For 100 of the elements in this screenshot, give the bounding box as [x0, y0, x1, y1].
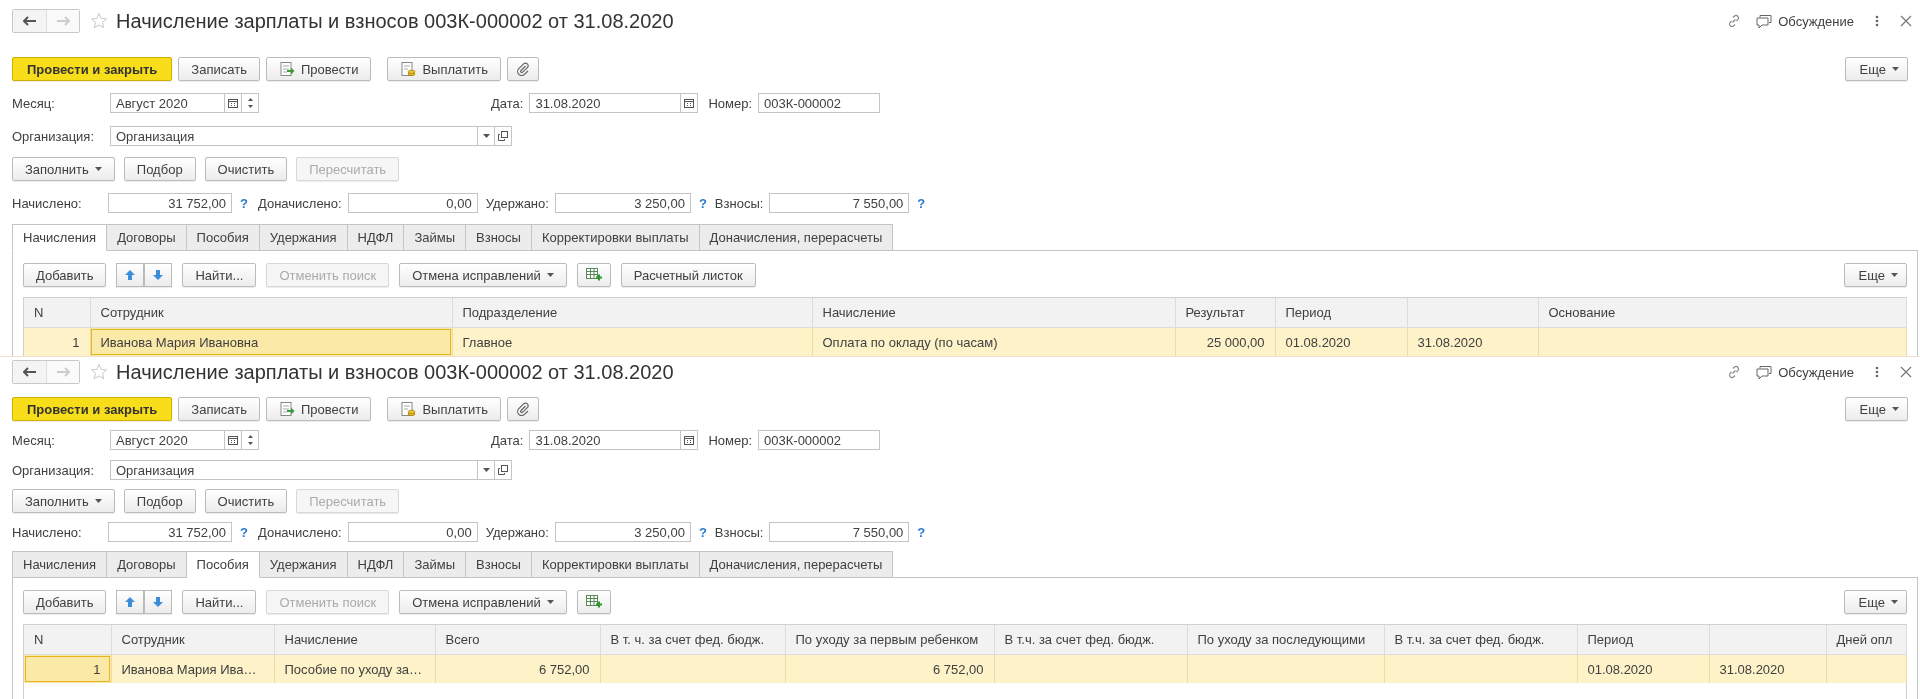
dropdown-button[interactable] [478, 460, 495, 480]
save-button[interactable]: Записать [178, 57, 260, 81]
column-header[interactable]: По уходу за первым ребенком [785, 625, 994, 655]
star-icon[interactable] [90, 12, 108, 30]
tab[interactable]: Взносы [466, 224, 532, 251]
help-link[interactable]: ? [240, 195, 248, 211]
column-header[interactable]: Дней опл [1826, 625, 1906, 655]
help-link[interactable]: ? [698, 524, 707, 540]
spin-button[interactable] [242, 430, 259, 450]
more-button[interactable]: Еще [1843, 590, 1907, 614]
add-table-button[interactable] [576, 590, 611, 614]
calendar-button[interactable] [681, 430, 699, 450]
tab[interactable]: Корректировки выплаты [531, 551, 700, 578]
column-header[interactable]: Подразделение [452, 298, 812, 328]
tab[interactable]: Начисления [12, 551, 108, 578]
date-field[interactable]: 31.08.2020 [529, 93, 682, 113]
tab[interactable]: Корректировки выплаты [531, 224, 700, 251]
discussion-button[interactable]: Обсуждение [1756, 13, 1854, 29]
tab[interactable]: Доначисления, перерасчеты [699, 224, 894, 251]
more-button[interactable]: Еще [1843, 263, 1907, 287]
tab[interactable]: Займы [404, 551, 467, 578]
form-button[interactable]: Заполнить [12, 157, 115, 181]
post-and-close-button[interactable]: Провести и закрыть [12, 397, 173, 421]
table-button[interactable]: Отмена исправлений [399, 590, 567, 614]
organization-field[interactable]: Организация [110, 126, 478, 146]
attach-button[interactable] [506, 397, 539, 421]
more-options-icon[interactable] [1874, 14, 1880, 28]
tab[interactable]: Займы [404, 224, 467, 251]
column-header[interactable]: Период [1275, 298, 1407, 328]
table-button[interactable]: Отмена исправлений [399, 263, 567, 287]
dropdown-button[interactable] [478, 126, 495, 146]
calendar-button[interactable] [681, 93, 699, 113]
move-up-button[interactable] [116, 263, 145, 287]
tab[interactable]: Начисления [12, 224, 108, 251]
tab[interactable]: Взносы [466, 551, 532, 578]
column-header[interactable]: Сотрудник [90, 298, 452, 328]
back-button[interactable] [13, 361, 46, 383]
table-button[interactable]: Найти... [182, 590, 257, 614]
more-options-icon[interactable] [1874, 365, 1880, 379]
open-button[interactable] [495, 126, 512, 146]
column-header[interactable]: Начисление [274, 625, 435, 655]
table-button[interactable]: Добавить [23, 590, 107, 614]
move-down-button[interactable] [144, 590, 173, 614]
column-header[interactable]: Результат [1175, 298, 1275, 328]
tab[interactable]: Удержания [259, 551, 348, 578]
calendar-button[interactable] [225, 93, 242, 113]
date-field[interactable]: 31.08.2020 [529, 430, 682, 450]
help-link[interactable]: ? [917, 195, 926, 211]
form-button[interactable]: Подбор [123, 157, 196, 181]
column-header[interactable]: N [24, 298, 90, 328]
column-header[interactable]: По уходу за последующими [1187, 625, 1384, 655]
help-link[interactable]: ? [917, 524, 926, 540]
save-button[interactable]: Записать [178, 397, 260, 421]
column-header[interactable]: В т. ч. за счет фед. бюдж. [600, 625, 785, 655]
discussion-button[interactable]: Обсуждение [1756, 364, 1854, 380]
help-link[interactable]: ? [240, 524, 248, 540]
column-header[interactable]: Период [1577, 625, 1709, 655]
number-field[interactable]: 003К-000002 [758, 93, 881, 113]
pay-button[interactable]: Выплатить [387, 57, 501, 81]
column-header[interactable]: Основание [1538, 298, 1906, 328]
calendar-button[interactable] [225, 430, 242, 450]
tab[interactable]: Пособия [186, 551, 260, 578]
tab[interactable]: Удержания [259, 224, 348, 251]
table-button[interactable]: Расчетный листок [620, 263, 756, 287]
number-field[interactable]: 003К-000002 [758, 430, 881, 450]
close-icon[interactable] [1900, 366, 1912, 378]
column-header[interactable]: N [24, 625, 111, 655]
column-header[interactable]: Сотрудник [111, 625, 274, 655]
tab[interactable]: НДФЛ [347, 551, 405, 578]
help-link[interactable]: ? [698, 195, 707, 211]
post-button[interactable]: Провести [265, 397, 372, 421]
spin-button[interactable] [242, 93, 259, 113]
table-button[interactable]: Найти... [182, 263, 257, 287]
open-button[interactable] [495, 460, 512, 480]
form-button[interactable]: Очистить [204, 157, 288, 181]
star-icon[interactable] [90, 363, 108, 381]
tab[interactable]: НДФЛ [347, 224, 405, 251]
form-button[interactable]: Подбор [123, 489, 196, 513]
more-button[interactable]: Еще [1844, 397, 1908, 421]
move-down-button[interactable] [144, 263, 173, 287]
back-button[interactable] [13, 10, 46, 32]
attach-button[interactable] [506, 57, 539, 81]
tab[interactable]: Пособия [186, 224, 260, 251]
tab[interactable]: Доначисления, перерасчеты [699, 551, 894, 578]
form-button[interactable]: Заполнить [12, 489, 115, 513]
tab[interactable]: Договоры [107, 551, 187, 578]
month-field[interactable]: Август 2020 [110, 430, 225, 450]
column-header[interactable]: В т.ч. за счет фед. бюдж. [994, 625, 1187, 655]
column-header[interactable]: В т.ч. за счет фед. бюдж. [1384, 625, 1577, 655]
close-icon[interactable] [1900, 15, 1912, 27]
tab[interactable]: Договоры [107, 224, 187, 251]
more-button[interactable]: Еще [1844, 57, 1908, 81]
move-up-button[interactable] [116, 590, 145, 614]
column-header[interactable]: Всего [435, 625, 600, 655]
table-button[interactable]: Добавить [23, 263, 107, 287]
pay-button[interactable]: Выплатить [387, 397, 501, 421]
post-button[interactable]: Провести [265, 57, 372, 81]
post-and-close-button[interactable]: Провести и закрыть [12, 57, 173, 81]
add-table-button[interactable] [576, 263, 611, 287]
organization-field[interactable]: Организация [110, 460, 478, 480]
